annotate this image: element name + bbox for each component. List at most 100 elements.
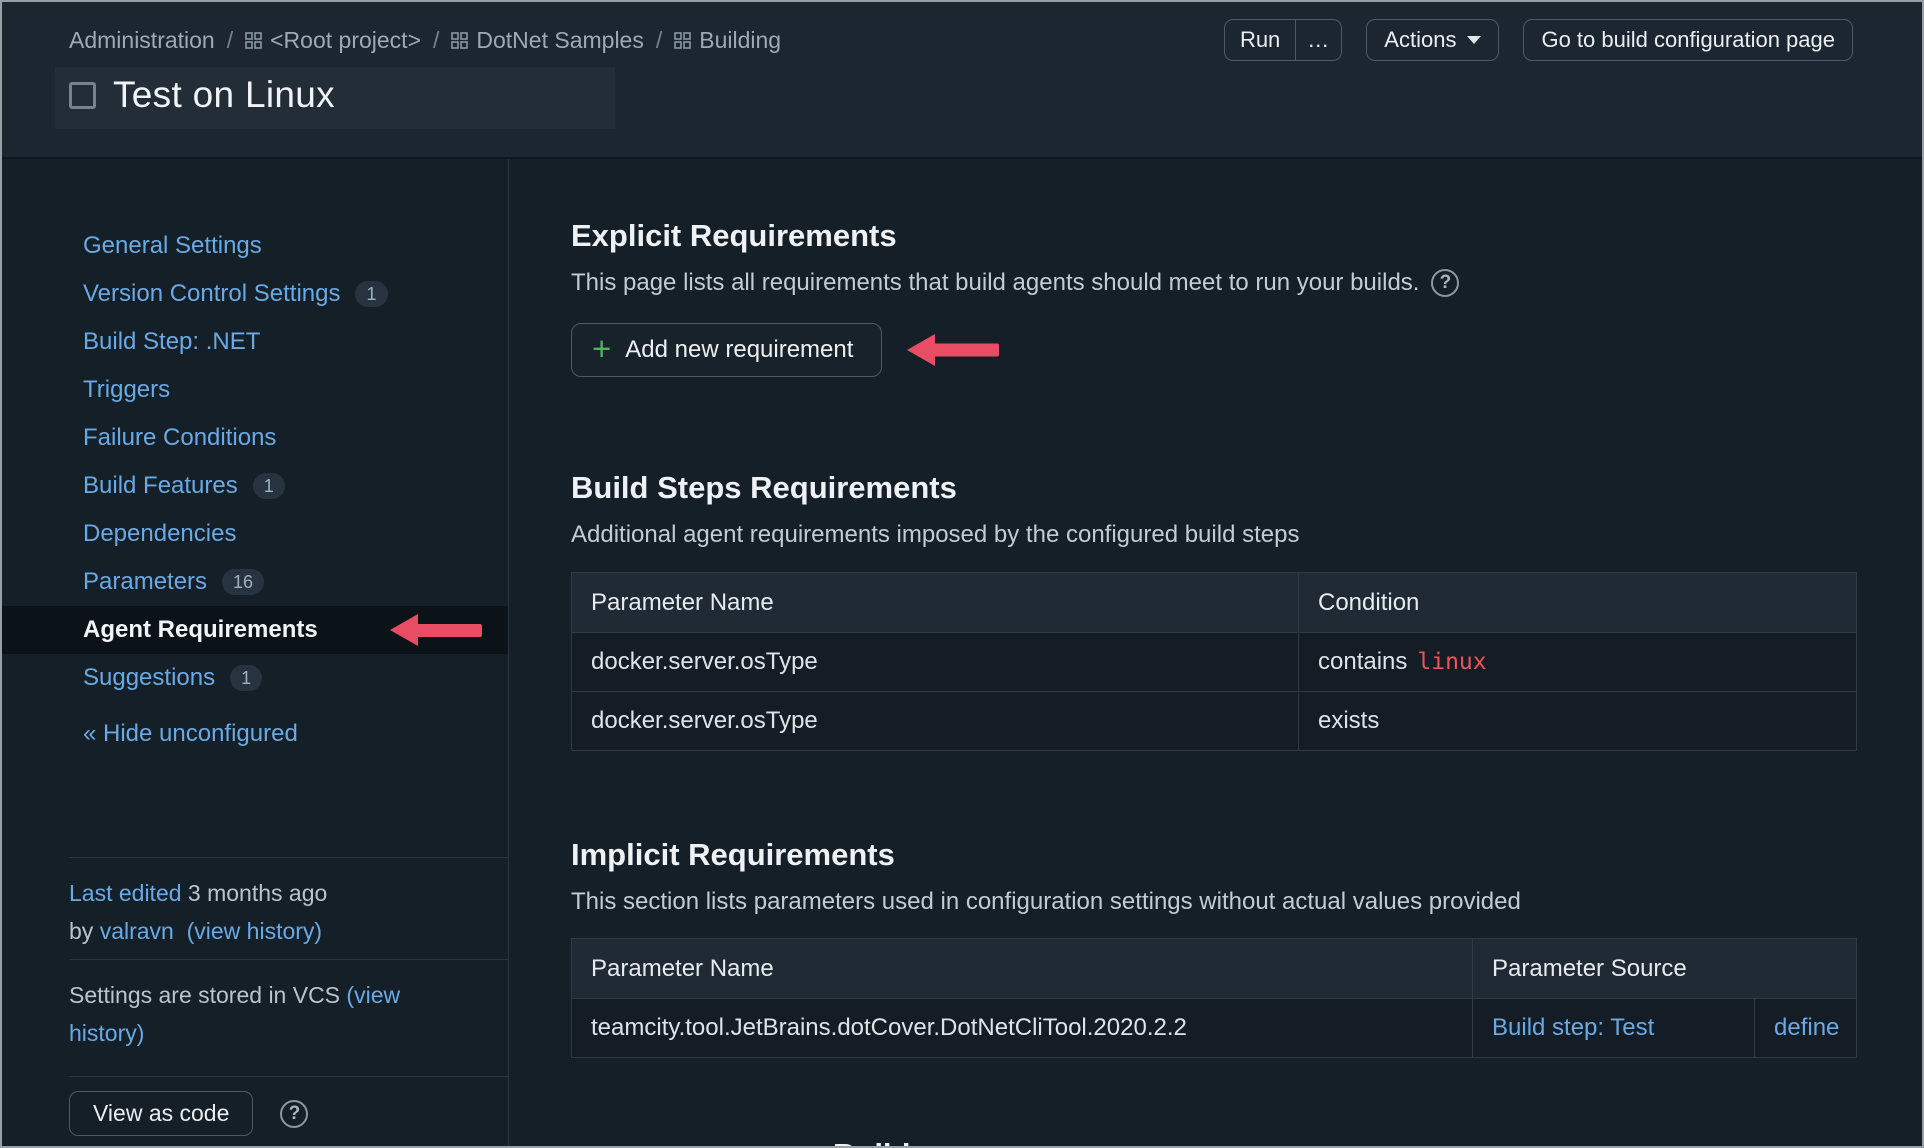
build-step-test-link[interactable]: Build step: Test xyxy=(1492,1014,1654,1042)
sidebar-item-label: Suggestions xyxy=(83,664,216,691)
build-steps-requirements-heading: Build Steps Requirements xyxy=(571,470,957,505)
sidebar-item-label: General Settings xyxy=(83,232,262,259)
column-header-parameter-name: Parameter Name xyxy=(572,939,1472,998)
count-badge: 16 xyxy=(222,568,265,596)
table-cell-condition: exists xyxy=(1298,691,1856,750)
actions-button[interactable]: Actions xyxy=(1366,19,1500,61)
sidebar: General Settings Version Control Setting… xyxy=(2,159,509,1146)
sidebar-item-label: Dependencies xyxy=(83,520,237,547)
implicit-requirements-heading: Implicit Requirements xyxy=(571,837,895,872)
table-cell-define: define xyxy=(1754,998,1856,1057)
condition-text: contains xyxy=(1318,648,1408,675)
last-edited-by: by xyxy=(69,918,94,944)
run-options-button[interactable]: … xyxy=(1295,19,1343,61)
annotation-arrow-left-icon xyxy=(390,614,482,646)
implicit-requirements-table: Parameter Name Parameter Source teamcity… xyxy=(571,938,1857,1058)
column-header-parameter-name: Parameter Name xyxy=(572,573,1298,632)
sidebar-item-label: Build Step: .NET xyxy=(83,328,261,355)
sidebar-item-build-features[interactable]: Build Features 1 xyxy=(2,462,508,510)
breadcrumb-separator: / xyxy=(655,26,663,53)
add-new-requirement-label: Add new requirement xyxy=(625,336,854,363)
vcs-note-text: Settings are stored in VCS xyxy=(69,982,341,1008)
project-grid-icon xyxy=(451,31,469,49)
goto-build-config-button[interactable]: Go to build configuration page xyxy=(1523,19,1853,61)
explicit-requirements-description: This page lists all requirements that bu… xyxy=(571,269,1420,296)
count-badge: 1 xyxy=(230,664,263,692)
column-header-parameter-source: Parameter Source xyxy=(1472,939,1856,998)
implicit-requirements-description: This section lists parameters used in co… xyxy=(571,888,1521,915)
sidebar-item-failure-conditions[interactable]: Failure Conditions xyxy=(2,414,508,462)
header-actions: Run … Actions Go to build configuration … xyxy=(1223,19,1853,61)
table-cell-parameter-name: teamcity.tool.JetBrains.dotCover.DotNetC… xyxy=(572,998,1472,1057)
last-edited-note: Last edited 3 months ago by valravn (vie… xyxy=(2,858,508,959)
run-button[interactable]: Run xyxy=(1223,19,1296,61)
sidebar-footer: View as code ? xyxy=(2,1091,508,1136)
define-link[interactable]: define xyxy=(1774,1014,1839,1042)
project-grid-icon xyxy=(674,31,692,49)
count-badge: 1 xyxy=(252,472,285,500)
plus-icon: + xyxy=(592,329,612,367)
explicit-requirements-section: Explicit Requirements This page lists al… xyxy=(571,217,1922,377)
header: Administration / <Root project> / DotNet… xyxy=(2,2,1922,159)
help-icon[interactable]: ? xyxy=(280,1099,309,1128)
sidebar-item-suggestions[interactable]: Suggestions 1 xyxy=(2,654,508,702)
build-steps-requirements-description: Additional agent requirements imposed by… xyxy=(571,521,1300,548)
build-steps-requirements-section: Build Steps Requirements Additional agen… xyxy=(571,469,1922,751)
sidebar-item-label: Version Control Settings xyxy=(83,280,341,307)
chevron-down-icon xyxy=(1467,36,1482,44)
project-grid-icon xyxy=(245,31,262,49)
run-button-group: Run … xyxy=(1223,19,1343,61)
sidebar-item-build-step-dotnet[interactable]: Build Step: .NET xyxy=(2,318,508,366)
help-icon[interactable]: ? xyxy=(1431,269,1460,297)
sidebar-item-general-settings[interactable]: General Settings xyxy=(2,222,508,270)
actions-button-label: Actions xyxy=(1384,27,1457,52)
teamcity-build-config-page: Administration / <Root project> / DotNet… xyxy=(0,0,1924,1148)
table-cell-parameter-source: Build step: Test xyxy=(1472,998,1754,1057)
settings-nav: General Settings Version Control Setting… xyxy=(2,222,508,702)
user-link[interactable]: valravn xyxy=(100,918,174,944)
main-content: Explicit Requirements This page lists al… xyxy=(509,159,1922,1146)
view-as-code-button[interactable]: View as code xyxy=(69,1091,254,1136)
sidebar-item-label: Parameters xyxy=(83,568,208,595)
breadcrumb-administration[interactable]: Administration xyxy=(69,27,215,54)
breadcrumb-dotnet-samples-label: DotNet Samples xyxy=(476,26,644,53)
sidebar-item-version-control-settings[interactable]: Version Control Settings 1 xyxy=(2,270,508,318)
page-title: Test on Linux xyxy=(113,74,335,115)
breadcrumb-dotnet-samples[interactable]: DotNet Samples xyxy=(451,26,644,54)
table-cell-parameter-name: docker.server.osType xyxy=(572,632,1298,691)
build-steps-requirements-table: Parameter Name Condition docker.server.o… xyxy=(571,572,1857,751)
breadcrumb-root-project[interactable]: <Root project> xyxy=(245,27,421,54)
count-badge: 1 xyxy=(355,280,388,308)
breadcrumb-building[interactable]: Building xyxy=(674,27,781,54)
sidebar-item-label: Build Features xyxy=(83,472,238,499)
divider xyxy=(69,1076,508,1077)
table-cell-condition: contains linux xyxy=(1298,632,1856,691)
annotation-arrow-left-icon xyxy=(907,334,1000,366)
title-row: Test on Linux xyxy=(69,74,1853,116)
last-edited-time: 3 months ago xyxy=(187,880,328,906)
implicit-requirements-section: Implicit Requirements This section lists… xyxy=(571,836,1922,1058)
last-edited-link[interactable]: Last edited xyxy=(69,880,182,906)
sidebar-item-label: Triggers xyxy=(83,376,171,403)
condition-value: linux xyxy=(1417,649,1487,675)
breadcrumb-root-project-label: <Root project> xyxy=(270,26,421,53)
clipped-heading: Build xyxy=(833,1139,1922,1146)
breadcrumb-separator: / xyxy=(433,26,440,53)
breadcrumb: Administration / <Root project> / DotNet… xyxy=(69,27,781,54)
sidebar-item-label: Agent Requirements xyxy=(83,616,318,643)
build-config-state-icon xyxy=(69,81,96,109)
vcs-note: Settings are stored in VCS (view history… xyxy=(2,960,508,1076)
sidebar-item-agent-requirements[interactable]: Agent Requirements xyxy=(2,606,508,654)
breadcrumb-building-label: Building xyxy=(699,26,782,53)
sidebar-item-dependencies[interactable]: Dependencies xyxy=(2,510,508,558)
sidebar-item-label: Failure Conditions xyxy=(83,424,277,451)
hide-unconfigured-link[interactable]: « Hide unconfigured xyxy=(83,720,298,748)
column-header-condition: Condition xyxy=(1298,573,1856,632)
add-new-requirement-button[interactable]: + Add new requirement xyxy=(571,323,883,377)
view-history-link[interactable]: (view history) xyxy=(187,918,322,944)
explicit-requirements-heading: Explicit Requirements xyxy=(571,218,897,253)
sidebar-item-triggers[interactable]: Triggers xyxy=(2,366,508,414)
table-cell-parameter-name: docker.server.osType xyxy=(572,691,1298,750)
sidebar-item-parameters[interactable]: Parameters 16 xyxy=(2,558,508,606)
clipped-heading-text: Build xyxy=(833,1139,911,1146)
